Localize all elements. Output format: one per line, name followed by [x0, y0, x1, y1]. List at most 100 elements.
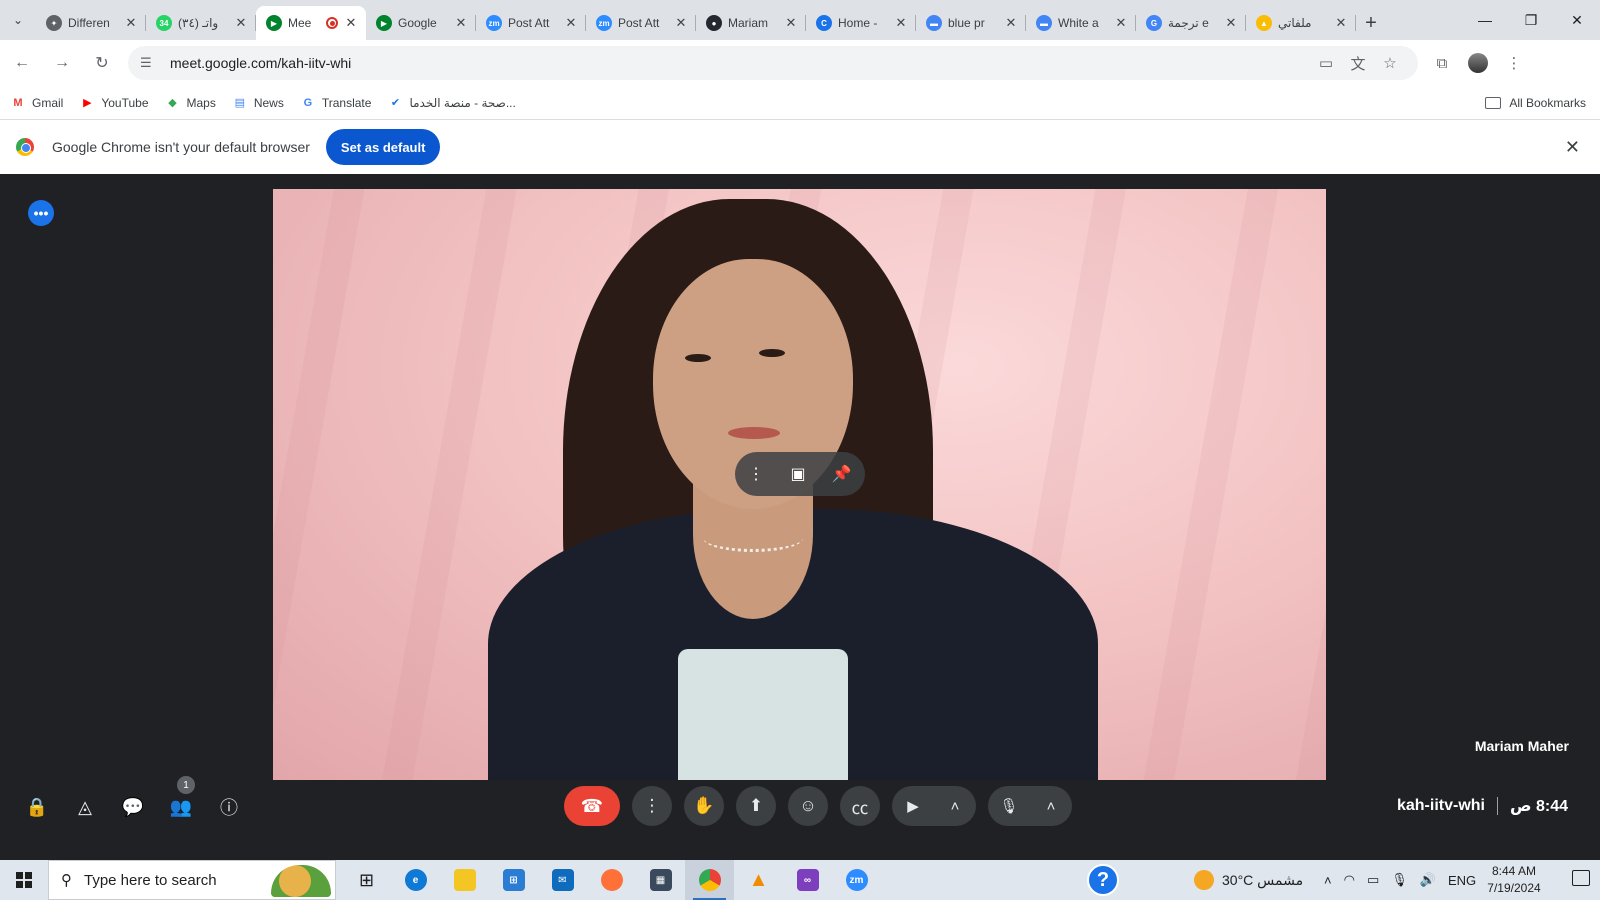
help-question-icon[interactable]: ?: [1087, 864, 1119, 896]
browser-tab[interactable]: ● Mariam ✕: [696, 6, 806, 40]
set-as-default-button[interactable]: Set as default: [325, 129, 441, 165]
browser-tab[interactable]: C Home - ✕: [806, 6, 916, 40]
browser-tab[interactable]: ▶ Google ✕: [366, 6, 476, 40]
tab-search-chevron-icon[interactable]: ⌄: [0, 0, 36, 40]
taskbar-clock[interactable]: 8:44 AM 7/19/2024: [1484, 863, 1544, 897]
raise-hand-icon[interactable]: ✋: [684, 786, 724, 826]
address-bar[interactable]: ☰ meet.google.com/kah-iitv-whi ▭ 文 ☆: [128, 46, 1418, 80]
tab-favicon-icon: G: [1146, 15, 1162, 31]
mic-tray-icon[interactable]: 🎙: [1391, 872, 1408, 888]
file-explorer-icon[interactable]: [440, 860, 489, 900]
new-tab-plus-icon[interactable]: +: [1356, 6, 1386, 40]
bookmark-item[interactable]: G Translate: [300, 96, 372, 110]
taskbar-search-box[interactable]: ⚲ Type here to search: [48, 860, 336, 900]
close-tab-icon[interactable]: ✕: [564, 15, 578, 31]
site-settings-icon[interactable]: ☰: [140, 55, 158, 71]
zoom-icon[interactable]: zm: [832, 860, 881, 900]
start-windows-icon[interactable]: [0, 860, 48, 900]
mail-icon[interactable]: ✉: [538, 860, 587, 900]
camera-options-chevron-icon[interactable]: ˄: [934, 798, 976, 815]
chat-icon[interactable]: 💬: [116, 790, 150, 824]
people-icon[interactable]: 👥 1: [164, 776, 198, 824]
profile-avatar[interactable]: [1468, 53, 1488, 73]
microsoft-store-icon[interactable]: ⊞: [489, 860, 538, 900]
close-tab-icon[interactable]: ✕: [234, 15, 248, 31]
bookmark-item[interactable]: ✔ صحة - منصة الخدما...: [387, 96, 516, 110]
calculator-icon[interactable]: ▦: [636, 860, 685, 900]
close-window-icon[interactable]: ✕: [1554, 0, 1600, 40]
captions-icon[interactable]: ㏄: [840, 786, 880, 826]
close-tab-icon[interactable]: ✕: [454, 15, 468, 31]
tab-favicon-icon: ●: [706, 15, 722, 31]
close-tab-icon[interactable]: ✕: [1114, 15, 1128, 31]
show-hidden-icons-chevron-icon[interactable]: ˄: [1324, 873, 1332, 888]
edge-icon[interactable]: e: [391, 860, 440, 900]
firefox-icon[interactable]: [587, 860, 636, 900]
visual-studio-icon[interactable]: ∞: [783, 860, 832, 900]
bookmark-item[interactable]: ▤ News: [232, 96, 284, 110]
task-view-icon[interactable]: ⊞: [342, 860, 391, 900]
restore-icon[interactable]: ❐: [1508, 0, 1554, 40]
leave-call-icon[interactable]: ☎: [564, 786, 620, 826]
reactions-emoji-icon[interactable]: ☺: [788, 786, 828, 826]
close-tab-icon[interactable]: ✕: [124, 15, 138, 31]
weather-widget[interactable]: 30°C مشمس: [1194, 860, 1303, 900]
close-tab-icon[interactable]: ✕: [784, 15, 798, 31]
tab-title: ملفاتي: [1278, 16, 1312, 30]
tile-more-options-icon[interactable]: ⋮: [748, 464, 764, 484]
close-tab-icon[interactable]: ✕: [894, 15, 908, 31]
language-indicator[interactable]: ENG: [1448, 873, 1476, 888]
more-options-dots-icon[interactable]: •••: [28, 200, 54, 226]
close-tab-icon[interactable]: ✕: [674, 15, 688, 31]
weather-text: 30°C مشمس: [1222, 871, 1304, 888]
extensions-puzzle-icon[interactable]: ⧉: [1424, 45, 1460, 81]
host-controls-lock-icon[interactable]: 🔒: [20, 790, 54, 824]
url-text[interactable]: meet.google.com/kah-iitv-whi: [170, 55, 1310, 71]
close-tab-icon[interactable]: ✕: [1334, 15, 1348, 31]
browser-tab[interactable]: zm Post Att ✕: [586, 6, 696, 40]
browser-tab[interactable]: 34 (٣٤) واتـ ✕: [146, 6, 256, 40]
all-bookmarks-button[interactable]: All Bookmarks: [1485, 86, 1586, 120]
meeting-info-icon[interactable]: ⓘ: [212, 790, 246, 824]
infobar-close-icon[interactable]: ✕: [1565, 137, 1580, 158]
bookmark-item[interactable]: ▶ YouTube: [79, 96, 148, 110]
close-tab-icon[interactable]: ✕: [1004, 15, 1018, 31]
translate-page-icon[interactable]: 文: [1342, 53, 1374, 74]
volume-icon[interactable]: 🔊: [1420, 872, 1436, 888]
frame-person-icon[interactable]: ▣: [790, 464, 805, 484]
camera-tray-icon[interactable]: ▭: [1367, 872, 1379, 888]
tab-title: Google: [398, 16, 437, 30]
camera-icon[interactable]: ▶: [892, 797, 934, 815]
tab-favicon-icon: zm: [596, 15, 612, 31]
wifi-icon[interactable]: ◠: [1344, 872, 1355, 888]
browser-tab[interactable]: ▬ blue pr ✕: [916, 6, 1026, 40]
window-controls: — ❐ ✕: [1462, 0, 1600, 40]
browser-tab[interactable]: ▶ Mee ✕: [256, 6, 366, 40]
pin-icon[interactable]: 📌: [832, 464, 852, 484]
present-screen-icon[interactable]: ⬆: [736, 786, 776, 826]
back-arrow-icon[interactable]: ←: [4, 45, 40, 81]
microphone-icon[interactable]: 🎙: [988, 797, 1030, 815]
notifications-icon[interactable]: [1572, 870, 1590, 886]
camera-in-use-icon[interactable]: ▭: [1310, 54, 1342, 72]
browser-tab[interactable]: ✦ Differen ✕: [36, 6, 146, 40]
camera-control: ▶ ˄: [892, 786, 976, 826]
more-options-icon[interactable]: ⋮: [632, 786, 672, 826]
forward-arrow-icon[interactable]: →: [44, 45, 80, 81]
chrome-menu-icon[interactable]: ⋮: [1496, 45, 1532, 81]
bookmark-item[interactable]: M Gmail: [10, 96, 63, 110]
minimize-icon[interactable]: —: [1462, 0, 1508, 40]
close-tab-icon[interactable]: ✕: [344, 15, 358, 31]
chrome-taskbar-icon[interactable]: [685, 860, 734, 900]
browser-tab[interactable]: zm Post Att ✕: [476, 6, 586, 40]
browser-tab[interactable]: ▲ ملفاتي ✕: [1246, 6, 1356, 40]
browser-tab[interactable]: ▬ White a ✕: [1026, 6, 1136, 40]
vlc-icon[interactable]: ▲: [734, 860, 783, 900]
bookmark-item[interactable]: ◆ Maps: [165, 96, 216, 110]
bookmark-star-icon[interactable]: ☆: [1374, 54, 1406, 72]
close-tab-icon[interactable]: ✕: [1224, 15, 1238, 31]
mic-options-chevron-icon[interactable]: ˄: [1030, 798, 1072, 815]
activities-shapes-icon[interactable]: ◬: [68, 790, 102, 824]
browser-tab[interactable]: G ترجمة e ✕: [1136, 6, 1246, 40]
reload-icon[interactable]: ↻: [84, 45, 120, 81]
